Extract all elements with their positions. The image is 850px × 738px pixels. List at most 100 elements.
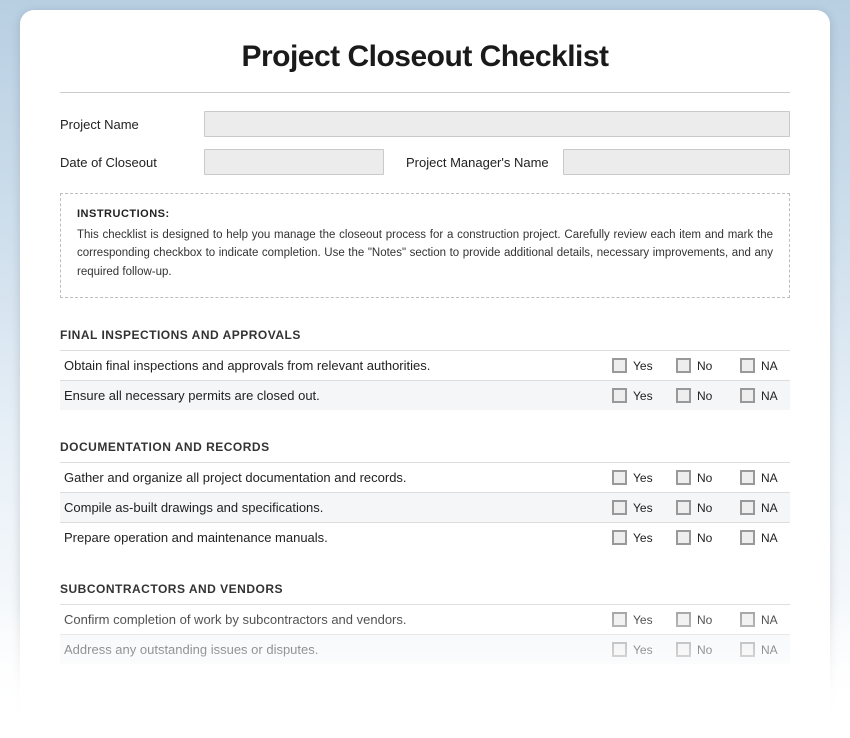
opt-label-no: No <box>697 359 712 373</box>
checklist-options: Yes No NA <box>612 642 786 657</box>
checklist-item-text: Gather and organize all project document… <box>64 470 612 485</box>
option-yes: Yes <box>612 530 658 545</box>
page-title: Project Closeout Checklist <box>60 40 790 74</box>
checkbox-yes[interactable] <box>612 612 627 627</box>
checklist-row: Address any outstanding issues or disput… <box>60 634 790 664</box>
opt-label-na: NA <box>761 389 778 403</box>
instructions-heading: INSTRUCTIONS: <box>77 208 773 220</box>
checkbox-na[interactable] <box>740 388 755 403</box>
checkbox-no[interactable] <box>676 612 691 627</box>
checkbox-na[interactable] <box>740 470 755 485</box>
opt-label-yes: Yes <box>633 389 653 403</box>
checkbox-yes[interactable] <box>612 358 627 373</box>
checkbox-yes[interactable] <box>612 388 627 403</box>
checkbox-yes[interactable] <box>612 642 627 657</box>
opt-label-yes: Yes <box>633 531 653 545</box>
closeout-date-label: Date of Closeout <box>60 155 190 170</box>
checklist-row: Confirm completion of work by subcontrac… <box>60 604 790 634</box>
checkbox-na[interactable] <box>740 358 755 373</box>
option-yes: Yes <box>612 358 658 373</box>
document-page: Project Closeout Checklist Project Name … <box>20 10 830 738</box>
opt-label-yes: Yes <box>633 613 653 627</box>
field-project-name: Project Name <box>60 111 790 137</box>
checklist-options: Yes No NA <box>612 612 786 627</box>
option-no: No <box>676 470 722 485</box>
checkbox-na[interactable] <box>740 612 755 627</box>
option-na: NA <box>740 358 786 373</box>
option-na: NA <box>740 612 786 627</box>
opt-label-no: No <box>697 531 712 545</box>
instructions-box: INSTRUCTIONS: This checklist is designed… <box>60 193 790 298</box>
checklist-row: Prepare operation and maintenance manual… <box>60 522 790 552</box>
option-no: No <box>676 500 722 515</box>
pm-name-label: Project Manager's Name <box>406 155 549 170</box>
checklist-row: Obtain final inspections and approvals f… <box>60 350 790 380</box>
checkbox-na[interactable] <box>740 530 755 545</box>
opt-label-na: NA <box>761 531 778 545</box>
instructions-body: This checklist is designed to help you m… <box>77 226 773 281</box>
opt-label-no: No <box>697 389 712 403</box>
opt-label-no: No <box>697 643 712 657</box>
project-name-input[interactable] <box>204 111 790 137</box>
opt-label-no: No <box>697 613 712 627</box>
checkbox-no[interactable] <box>676 642 691 657</box>
opt-label-yes: Yes <box>633 471 653 485</box>
section-subcontractors: SUBCONTRACTORS AND VENDORS Confirm compl… <box>60 582 790 664</box>
checkbox-yes[interactable] <box>612 470 627 485</box>
section-documentation: DOCUMENTATION AND RECORDS Gather and org… <box>60 440 790 552</box>
option-na: NA <box>740 642 786 657</box>
opt-label-no: No <box>697 471 712 485</box>
option-no: No <box>676 530 722 545</box>
project-name-label: Project Name <box>60 117 190 132</box>
checklist-item-text: Ensure all necessary permits are closed … <box>64 388 612 403</box>
checkbox-no[interactable] <box>676 500 691 515</box>
section-heading: SUBCONTRACTORS AND VENDORS <box>60 582 790 596</box>
option-na: NA <box>740 500 786 515</box>
opt-label-yes: Yes <box>633 359 653 373</box>
pm-name-input[interactable] <box>563 149 790 175</box>
option-yes: Yes <box>612 642 658 657</box>
section-final-inspections: FINAL INSPECTIONS AND APPROVALS Obtain f… <box>60 328 790 410</box>
option-no: No <box>676 358 722 373</box>
title-rule <box>60 92 790 93</box>
checklist-options: Yes No NA <box>612 388 786 403</box>
option-yes: Yes <box>612 500 658 515</box>
checklist-row: Gather and organize all project document… <box>60 462 790 492</box>
checklist-options: Yes No NA <box>612 500 786 515</box>
opt-label-na: NA <box>761 471 778 485</box>
closeout-date-input[interactable] <box>204 149 384 175</box>
checkbox-no[interactable] <box>676 358 691 373</box>
checklist-options: Yes No NA <box>612 358 786 373</box>
checkbox-yes[interactable] <box>612 530 627 545</box>
opt-label-no: No <box>697 501 712 515</box>
section-heading: DOCUMENTATION AND RECORDS <box>60 440 790 454</box>
opt-label-na: NA <box>761 613 778 627</box>
option-no: No <box>676 642 722 657</box>
checkbox-na[interactable] <box>740 642 755 657</box>
checkbox-yes[interactable] <box>612 500 627 515</box>
checkbox-na[interactable] <box>740 500 755 515</box>
checklist-item-text: Prepare operation and maintenance manual… <box>64 530 612 545</box>
checkbox-no[interactable] <box>676 530 691 545</box>
option-no: No <box>676 612 722 627</box>
checklist-item-text: Obtain final inspections and approvals f… <box>64 358 612 373</box>
opt-label-yes: Yes <box>633 501 653 515</box>
checklist-row: Ensure all necessary permits are closed … <box>60 380 790 410</box>
section-heading: FINAL INSPECTIONS AND APPROVALS <box>60 328 790 342</box>
option-yes: Yes <box>612 470 658 485</box>
checklist-item-text: Compile as-built drawings and specificat… <box>64 500 612 515</box>
opt-label-na: NA <box>761 501 778 515</box>
checklist-row: Compile as-built drawings and specificat… <box>60 492 790 522</box>
checkbox-no[interactable] <box>676 388 691 403</box>
field-row-2: Date of Closeout Project Manager's Name <box>60 149 790 175</box>
checklist-item-text: Confirm completion of work by subcontrac… <box>64 612 612 627</box>
option-yes: Yes <box>612 388 658 403</box>
checklist-options: Yes No NA <box>612 530 786 545</box>
checkbox-no[interactable] <box>676 470 691 485</box>
option-yes: Yes <box>612 612 658 627</box>
opt-label-na: NA <box>761 359 778 373</box>
opt-label-yes: Yes <box>633 643 653 657</box>
checklist-item-text: Address any outstanding issues or disput… <box>64 642 612 657</box>
option-na: NA <box>740 470 786 485</box>
option-no: No <box>676 388 722 403</box>
